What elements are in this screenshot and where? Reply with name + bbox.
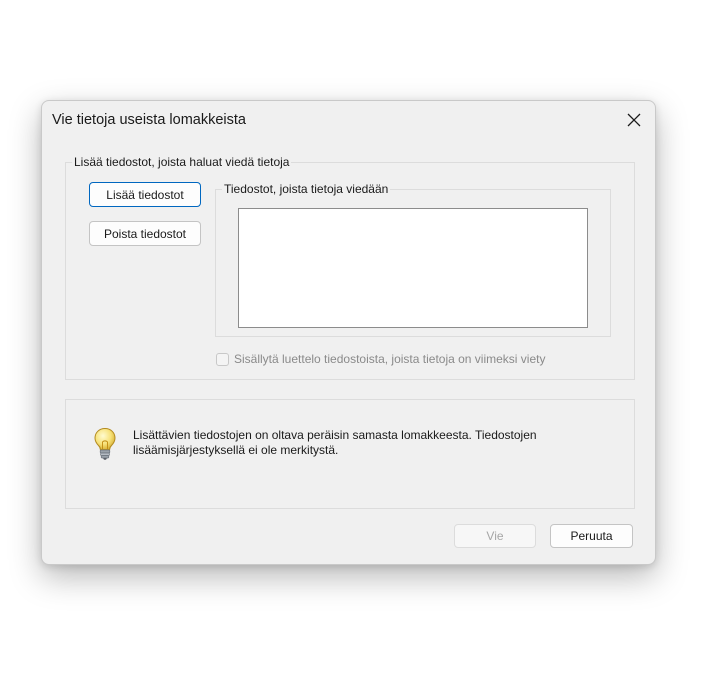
info-text-line-2: lisäämisjärjestyksellä ei ole merkitystä…: [133, 443, 339, 457]
files-group: Tiedostot, joista tietoja viedään: [215, 182, 611, 337]
include-list-checkbox-label: Sisällytä luettelo tiedostoista, joista …: [234, 352, 546, 366]
info-panel: Lisättävien tiedostojen on oltava peräis…: [65, 399, 635, 509]
title-bar: Vie tietoja useista lomakkeista: [42, 101, 655, 139]
files-listbox[interactable]: [238, 208, 588, 328]
add-files-button[interactable]: Lisää tiedostot: [89, 182, 201, 207]
close-button[interactable]: [619, 105, 649, 135]
remove-files-button[interactable]: Poista tiedostot: [89, 221, 201, 246]
export-dialog: Vie tietoja useista lomakkeista Lisää ti…: [41, 100, 656, 565]
add-files-group-legend: Lisää tiedostot, joista haluat viedä tie…: [72, 155, 292, 169]
page: Vie tietoja useista lomakkeista Lisää ti…: [0, 0, 719, 684]
cancel-button[interactable]: Peruuta: [550, 524, 633, 548]
include-list-checkbox-row: Sisällytä luettelo tiedostoista, joista …: [216, 352, 545, 366]
close-icon: [627, 113, 641, 127]
info-text-line-1: Lisättävien tiedostojen on oltava peräis…: [133, 428, 537, 442]
include-list-checkbox[interactable]: [216, 352, 229, 366]
dialog-title: Vie tietoja useista lomakkeista: [52, 112, 246, 128]
export-button[interactable]: Vie: [454, 524, 536, 548]
info-text: Lisättävien tiedostojen on oltava peräis…: [133, 428, 603, 458]
lightbulb-icon: [94, 427, 116, 460]
add-files-group: Lisää tiedostot, joista haluat viedä tie…: [65, 155, 635, 380]
files-group-legend: Tiedostot, joista tietoja viedään: [222, 182, 391, 196]
